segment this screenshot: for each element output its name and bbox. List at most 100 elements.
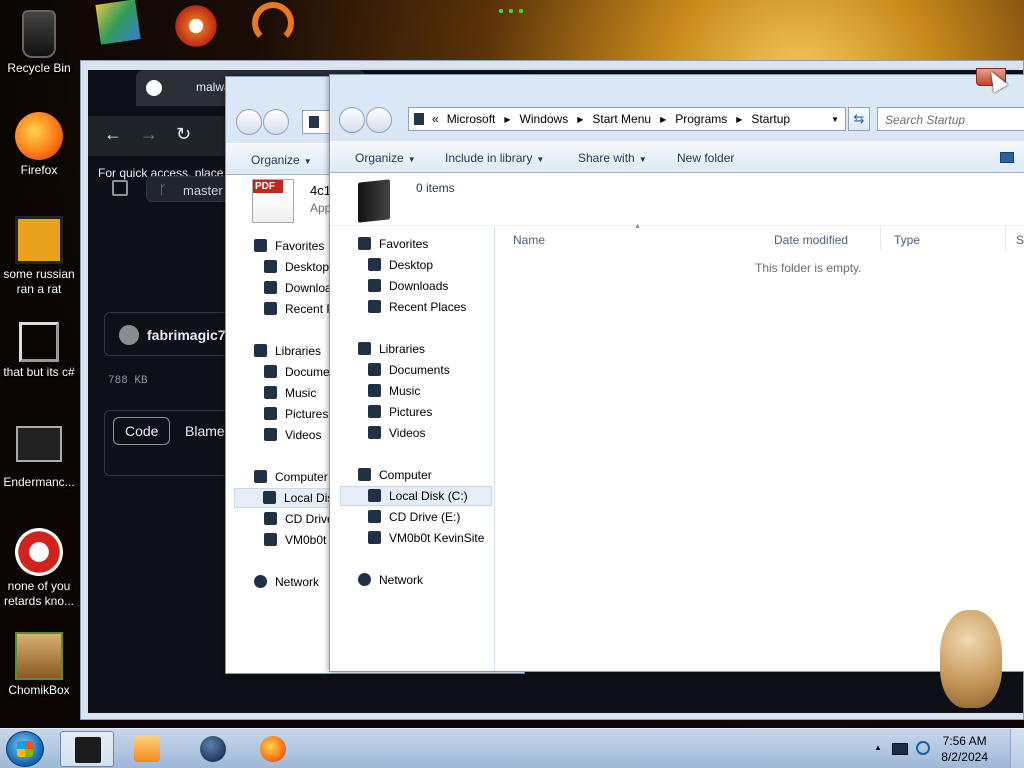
address-bar[interactable] bbox=[302, 110, 332, 134]
nav-downloads[interactable]: Downloads bbox=[368, 279, 448, 293]
nav-documents[interactable]: Docume bbox=[264, 365, 330, 379]
nav-libraries[interactable]: Libraries bbox=[358, 342, 425, 356]
navigation-pane: Favorites Desktop Downloads Recent Place… bbox=[330, 227, 495, 671]
sidebar-toggle-icon[interactable] bbox=[112, 180, 128, 196]
nav-desktop[interactable]: Desktop bbox=[264, 260, 329, 274]
nav-desktop[interactable]: Desktop bbox=[368, 258, 433, 272]
breadcrumb-programs[interactable]: Programs bbox=[675, 112, 727, 126]
address-dropdown-icon[interactable]: ▼ bbox=[831, 115, 839, 124]
back-arrow-icon[interactable]: ← bbox=[104, 124, 122, 145]
breadcrumb-separator-icon[interactable]: ▶ bbox=[660, 115, 666, 124]
start-button[interactable] bbox=[6, 731, 44, 767]
explorer-window-startup[interactable]: « Microsoft ▶ Windows ▶ Start Menu ▶ Pro… bbox=[329, 74, 1024, 672]
nav-local-disk[interactable]: Local Dis bbox=[234, 488, 344, 508]
column-header-size[interactable]: Si bbox=[1008, 227, 1024, 251]
nav-favorites[interactable]: Favorites bbox=[358, 237, 428, 251]
share-with-button[interactable]: Share with ▼ bbox=[578, 151, 647, 165]
taskbar-globe-app[interactable] bbox=[186, 731, 240, 767]
nav-local-disk[interactable]: Local Disk (C:) bbox=[340, 486, 492, 506]
desktop-icon-chomikbox[interactable]: ChomikBox bbox=[0, 632, 78, 698]
nav-videos[interactable]: Videos bbox=[368, 426, 425, 440]
address-bar[interactable]: « Microsoft ▶ Windows ▶ Start Menu ▶ Pro… bbox=[408, 107, 846, 131]
column-header-date-modified[interactable]: Date modified bbox=[766, 227, 881, 251]
breadcrumb-separator-icon[interactable]: ▶ bbox=[577, 115, 583, 124]
new-folder-button[interactable]: New folder bbox=[677, 151, 734, 165]
computer-icon bbox=[254, 470, 267, 483]
empty-folder-message: This folder is empty. bbox=[755, 261, 862, 275]
column-header-name[interactable]: Name bbox=[513, 227, 763, 251]
nav-pictures[interactable]: Pictures bbox=[264, 407, 328, 421]
breadcrumb-separator-icon[interactable]: ▶ bbox=[736, 115, 742, 124]
nav-libraries[interactable]: Libraries bbox=[254, 344, 321, 358]
target-app-icon bbox=[15, 528, 63, 576]
breadcrumb-start-menu[interactable]: Start Menu bbox=[592, 112, 651, 126]
cd-drive-icon bbox=[264, 512, 277, 525]
tab-code[interactable]: Code bbox=[113, 417, 171, 445]
include-in-library-button[interactable]: Include in library ▼ bbox=[445, 151, 544, 165]
taskbar-media-player[interactable] bbox=[120, 731, 174, 767]
nav-favorites[interactable]: Favorites bbox=[254, 239, 324, 253]
show-desktop-button[interactable] bbox=[1010, 729, 1024, 768]
nav-cd-drive[interactable]: CD Drive (E:) bbox=[368, 510, 460, 524]
forward-button[interactable] bbox=[263, 109, 289, 135]
branch-selector[interactable]: ᚴ master bbox=[146, 176, 236, 202]
taskbar: ▲ 7:56 AM 8/2/2024 bbox=[0, 728, 1024, 768]
clock[interactable]: 7:56 AM 8/2/2024 bbox=[941, 733, 988, 765]
reload-icon[interactable]: ↻ bbox=[176, 124, 191, 145]
nav-vm[interactable]: VM0b0t KevinSite bbox=[368, 531, 484, 545]
nav-downloads[interactable]: Download bbox=[264, 281, 338, 295]
breadcrumb-microsoft[interactable]: Microsoft bbox=[447, 112, 496, 126]
nav-computer[interactable]: Computer bbox=[254, 470, 328, 484]
organize-button[interactable]: Organize ▼ bbox=[251, 153, 312, 167]
back-button[interactable] bbox=[339, 107, 365, 133]
libraries-icon bbox=[254, 344, 267, 357]
nav-computer[interactable]: Computer bbox=[358, 468, 432, 482]
nav-music[interactable]: Music bbox=[264, 386, 316, 400]
libraries-icon bbox=[358, 342, 371, 355]
forward-button[interactable] bbox=[366, 107, 392, 133]
folder-icon bbox=[309, 116, 319, 128]
search-input[interactable]: Search Startup bbox=[877, 107, 1024, 131]
breadcrumb-startup[interactable]: Startup bbox=[751, 112, 790, 126]
nav-network[interactable]: Network bbox=[358, 573, 423, 587]
recycle-bin-icon bbox=[22, 10, 56, 58]
nav-recent[interactable]: Recent P bbox=[264, 302, 334, 316]
nav-vm[interactable]: VM0b0t bbox=[264, 533, 326, 547]
view-options-icon[interactable] bbox=[1000, 152, 1014, 163]
firefox-icon bbox=[15, 112, 63, 160]
network-icon bbox=[254, 575, 267, 588]
address-overflow[interactable]: « bbox=[432, 112, 439, 126]
chevron-down-icon: ▼ bbox=[536, 155, 545, 164]
refresh-button[interactable]: ⇆ bbox=[848, 107, 870, 131]
nav-documents[interactable]: Documents bbox=[368, 363, 450, 377]
desktop-icon-none-of-you[interactable]: none of you retards kno... bbox=[0, 528, 78, 609]
tab-blame[interactable]: Blame bbox=[185, 423, 225, 439]
nav-videos[interactable]: Videos bbox=[264, 428, 321, 442]
organize-button[interactable]: Organize ▼ bbox=[355, 151, 416, 165]
desktop-icon-firefox[interactable]: Firefox bbox=[0, 112, 78, 178]
nav-pictures[interactable]: Pictures bbox=[368, 405, 432, 419]
show-hidden-icons-icon[interactable]: ▲ bbox=[874, 743, 882, 752]
breadcrumb-separator-icon[interactable]: ▶ bbox=[504, 115, 510, 124]
nav-recent-places[interactable]: Recent Places bbox=[368, 300, 466, 314]
taskbar-firefox[interactable] bbox=[246, 731, 300, 767]
nav-music[interactable]: Music bbox=[368, 384, 420, 398]
commit-author[interactable]: fabrimagic72 bbox=[104, 312, 244, 356]
hard-disk-icon bbox=[368, 489, 381, 502]
taskbar-explorer[interactable] bbox=[60, 731, 114, 767]
file-name[interactable]: 4c1 bbox=[310, 183, 331, 198]
nav-network[interactable]: Network bbox=[254, 575, 319, 589]
breadcrumb-windows[interactable]: Windows bbox=[520, 112, 569, 126]
forward-arrow-icon[interactable]: → bbox=[140, 124, 158, 145]
back-button[interactable] bbox=[236, 109, 262, 135]
volume-tray-icon[interactable] bbox=[916, 741, 930, 755]
desktop-icon-endermanch[interactable]: Endermanc... bbox=[0, 426, 78, 490]
column-header-type[interactable]: Type bbox=[886, 227, 1006, 251]
desktop-icon-recycle-bin[interactable]: Recycle Bin bbox=[0, 10, 78, 76]
desktop-icon-label: some russian ran a rat bbox=[3, 267, 75, 296]
wallpaper-swirl-icon bbox=[172, 2, 220, 50]
desktop-icon-russian-rat[interactable]: some russian ran a rat bbox=[0, 216, 78, 297]
network-tray-icon[interactable] bbox=[892, 743, 908, 755]
nav-cd-drive[interactable]: CD Drive bbox=[264, 512, 334, 526]
desktop-icon-csharp[interactable]: that but its c# bbox=[0, 322, 78, 380]
